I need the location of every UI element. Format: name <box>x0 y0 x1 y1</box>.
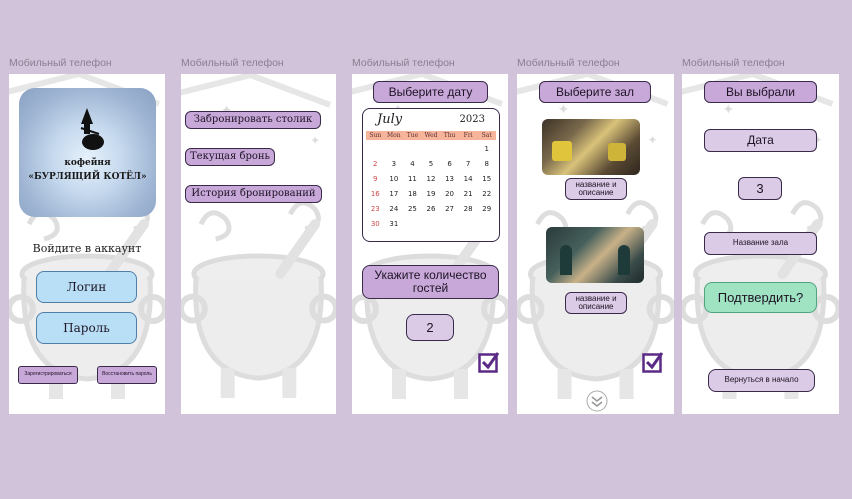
hall-card-2-description[interactable]: название и описание <box>565 292 627 314</box>
calendar-day[interactable]: 17 <box>385 190 404 198</box>
calendar-day[interactable]: 27 <box>440 205 459 213</box>
weekday: Sat <box>481 132 492 139</box>
calendar-day[interactable]: 9 <box>366 175 385 183</box>
calendar-day[interactable]: 4 <box>403 160 422 168</box>
calendar-day[interactable]: 2 <box>366 160 385 168</box>
calendar-day[interactable]: 3 <box>385 160 404 168</box>
calendar-day <box>366 145 385 153</box>
menu-booking-history[interactable]: История бронирований <box>185 185 322 203</box>
calendar[interactable]: July 2023 Sun Mon Tue Wed Thu Fri Sat 12… <box>362 108 500 242</box>
calendar-year: 2023 <box>459 114 485 125</box>
phone-date-screen: Выберите дату July 2023 Sun Mon Tue Wed … <box>352 74 508 414</box>
calendar-day <box>422 220 441 228</box>
summary-hall: Название зала <box>704 232 817 255</box>
calendar-day[interactable]: 15 <box>477 175 496 183</box>
hall-photo-2[interactable] <box>546 227 644 283</box>
calendar-day <box>385 145 404 153</box>
summary-title: Вы выбрали <box>704 81 817 103</box>
guests-count-input[interactable]: 2 <box>406 314 454 341</box>
calendar-day[interactable]: 8 <box>477 160 496 168</box>
menu-current-booking[interactable]: Текущая бронь <box>185 148 275 166</box>
checkbox-checked-icon[interactable] <box>642 351 664 373</box>
calendar-header: July 2023 <box>363 109 499 129</box>
calendar-day[interactable]: 23 <box>366 205 385 213</box>
calendar-day <box>403 145 422 153</box>
calendar-day[interactable]: 7 <box>459 160 478 168</box>
phone-summary-screen: Вы выбрали Дата 3 Название зала Подтверд… <box>682 74 839 414</box>
calendar-day <box>459 220 478 228</box>
calendar-day[interactable]: 10 <box>385 175 404 183</box>
weekday: Tue <box>406 132 419 139</box>
restore-password-button[interactable]: Восстановить пароль <box>97 366 157 384</box>
screen-label-login: Мобильный телефон <box>9 57 112 69</box>
calendar-day[interactable]: 30 <box>366 220 385 228</box>
logo-line-2: «БУРЛЯЩИЙ КОТЁЛ» <box>28 172 147 182</box>
summary-guests-count: 3 <box>738 177 782 200</box>
date-title: Выберите дату <box>373 81 488 103</box>
calendar-day[interactable]: 18 <box>403 190 422 198</box>
calendar-day[interactable]: 29 <box>477 205 496 213</box>
calendar-day[interactable]: 28 <box>459 205 478 213</box>
calendar-day[interactable]: 25 <box>403 205 422 213</box>
calendar-weekdays: Sun Mon Tue Wed Thu Fri Sat <box>366 131 496 140</box>
checkbox-checked-icon[interactable] <box>478 351 500 373</box>
login-heading: Войдите в аккаунт <box>32 242 142 255</box>
phone-menu-screen: Забронировать столик Текущая бронь Истор… <box>181 74 336 414</box>
calendar-day <box>477 220 496 228</box>
phone-login-screen: кофейня «БУРЛЯЩИЙ КОТЁЛ» Войдите в аккау… <box>9 74 165 414</box>
weekday: Wed <box>424 132 438 139</box>
weekday: Thu <box>443 132 456 139</box>
calendar-month: July <box>377 112 403 127</box>
calendar-day[interactable]: 6 <box>440 160 459 168</box>
screen-label-hall: Мобильный телефон <box>517 57 620 69</box>
chevron-double-down-icon[interactable] <box>586 390 608 412</box>
witch-cauldron-icon <box>80 108 104 150</box>
logo-line-1: кофейня <box>64 158 111 168</box>
calendar-day[interactable]: 19 <box>422 190 441 198</box>
calendar-day[interactable]: 31 <box>385 220 404 228</box>
hall-card-1-description[interactable]: название и описание <box>565 178 627 200</box>
calendar-grid: 1 2 3 4 5 6 7 8 9 10 11 12 13 14 15 16 17 18 19 20 21 22 23 24 2… <box>366 145 496 228</box>
calendar-day[interactable]: 16 <box>366 190 385 198</box>
hall-title: Выберите зал <box>539 81 651 103</box>
calendar-day <box>440 220 459 228</box>
phone-hall-screen: Выберите зал название и описание названи… <box>517 74 674 414</box>
calendar-day <box>459 145 478 153</box>
calendar-day[interactable]: 22 <box>477 190 496 198</box>
calendar-day[interactable]: 26 <box>422 205 441 213</box>
calendar-day[interactable]: 24 <box>385 205 404 213</box>
weekday: Sun <box>369 132 382 139</box>
calendar-day <box>440 145 459 153</box>
guests-count-label: Укажите количество гостей <box>362 265 499 299</box>
calendar-day[interactable]: 5 <box>422 160 441 168</box>
calendar-day <box>422 145 441 153</box>
cafe-logo: кофейня «БУРЛЯЩИЙ КОТЁЛ» <box>19 88 156 217</box>
screen-label-menu: Мобильный телефон <box>181 57 284 69</box>
weekday: Fri <box>463 132 473 139</box>
password-button[interactable]: Пароль <box>36 312 137 344</box>
calendar-day[interactable]: 21 <box>459 190 478 198</box>
register-button[interactable]: Зарегистрироваться <box>18 366 78 384</box>
menu-book-table[interactable]: Забронировать столик <box>185 111 321 129</box>
screen-label-summary: Мобильный телефон <box>682 57 785 69</box>
calendar-day[interactable]: 13 <box>440 175 459 183</box>
login-button[interactable]: Логин <box>36 271 137 303</box>
weekday: Mon <box>387 132 401 139</box>
calendar-day[interactable]: 11 <box>403 175 422 183</box>
calendar-day[interactable]: 20 <box>440 190 459 198</box>
calendar-day[interactable]: 14 <box>459 175 478 183</box>
calendar-day[interactable]: 12 <box>422 175 441 183</box>
screen-label-date: Мобильный телефон <box>352 57 455 69</box>
back-to-start-button[interactable]: Вернуться в начало <box>708 369 815 392</box>
confirm-button[interactable]: Подтвердить? <box>704 282 817 313</box>
hall-photo-1[interactable] <box>542 119 640 175</box>
calendar-day <box>403 220 422 228</box>
calendar-day[interactable]: 1 <box>477 145 496 153</box>
summary-date: Дата <box>704 129 817 152</box>
